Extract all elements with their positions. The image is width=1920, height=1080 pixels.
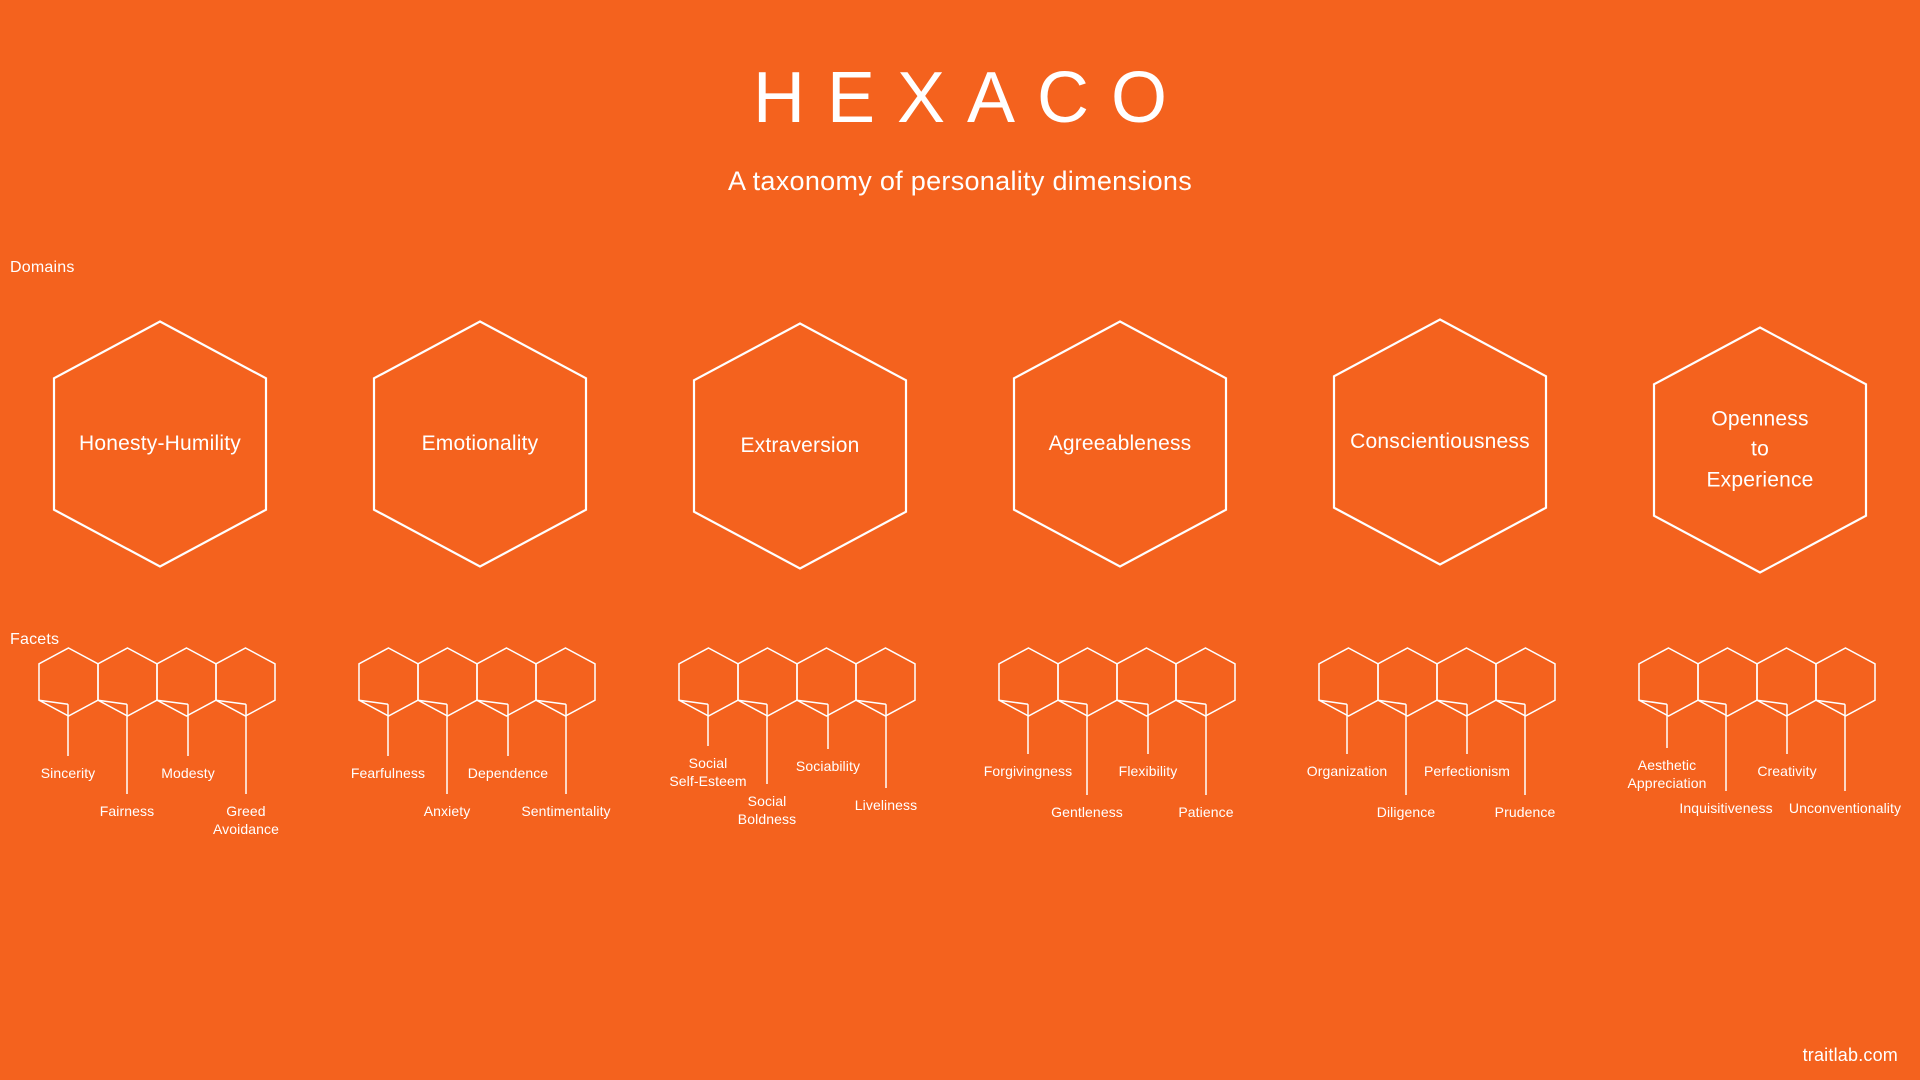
facet-hexagon-3-4 xyxy=(856,648,915,716)
facet-hexagon-1-4 xyxy=(216,648,275,716)
facet-hexagon-5-1 xyxy=(1319,648,1378,716)
facets-section-caption: Facets xyxy=(10,631,60,648)
facet-leader-elbow-4-3 xyxy=(1117,700,1148,704)
facet-label-6-3: Creativity xyxy=(1757,763,1817,779)
facet-hexagon-3-2 xyxy=(738,648,797,716)
facet-label-3-2: Social Boldness xyxy=(737,793,797,827)
facet-label-3-3: Sociability xyxy=(795,758,861,774)
facet-hexagon-3-1 xyxy=(679,648,738,716)
facet-label-5-3: Perfectionism xyxy=(1423,763,1511,779)
facet-leader-elbow-5-2 xyxy=(1378,700,1406,704)
facet-leader-elbow-3-1 xyxy=(679,700,708,704)
facet-leader-elbow-4-4 xyxy=(1176,700,1206,704)
facet-hexagon-2-1 xyxy=(359,648,418,716)
facet-leader-elbow-2-4 xyxy=(536,700,566,704)
facet-label-2-3: Dependence xyxy=(467,765,549,781)
facet-leader-elbow-3-3 xyxy=(797,700,828,704)
domain-label-6: Openness to Experience xyxy=(1706,407,1814,492)
facet-leader-elbow-1-2 xyxy=(98,700,127,704)
hexagon-outlines xyxy=(0,0,1920,1080)
facet-label-4-3: Flexibility xyxy=(1118,763,1178,779)
facet-label-2-1: Fearfulness xyxy=(350,765,426,781)
facet-hexagon-1-1 xyxy=(39,648,98,716)
facet-label-1-2: Fairness xyxy=(99,803,155,819)
domains-section-caption: Domains xyxy=(10,259,75,276)
facet-label-4-4: Patience xyxy=(1178,804,1234,820)
facet-label-5-2: Diligence xyxy=(1376,804,1436,820)
facet-label-6-2: Inquisitiveness xyxy=(1679,800,1773,816)
domain-label-4: Agreeableness xyxy=(1048,431,1192,455)
domain-label-1: Honesty-Humility xyxy=(79,431,241,455)
domain-label-2: Emotionality xyxy=(421,431,539,455)
facet-leader-elbow-2-1 xyxy=(359,700,388,704)
facet-hexagon-4-4 xyxy=(1176,648,1235,716)
facet-label-4-1: Forgivingness xyxy=(983,763,1073,779)
facet-hexagon-6-4 xyxy=(1816,648,1875,716)
facet-leader-elbow-5-3 xyxy=(1437,700,1467,704)
facet-leader-elbow-5-1 xyxy=(1319,700,1347,704)
facet-leader-elbow-3-4 xyxy=(856,700,886,704)
facet-hexagon-2-3 xyxy=(477,648,536,716)
facet-label-4-2: Gentleness xyxy=(1051,804,1123,820)
facet-leader-elbow-6-2 xyxy=(1698,700,1726,704)
facet-leader-elbow-2-2 xyxy=(418,700,447,704)
facet-leader-elbow-5-4 xyxy=(1496,700,1525,704)
facet-hexagon-4-2 xyxy=(1058,648,1117,716)
facet-hexagon-5-4 xyxy=(1496,648,1555,716)
facet-hexagon-6-1 xyxy=(1639,648,1698,716)
facet-hexagon-4-1 xyxy=(999,648,1058,716)
facet-label-6-1: Aesthetic Appreciation xyxy=(1627,757,1707,791)
facet-label-1-4: Greed Avoidance xyxy=(212,803,280,837)
facet-leader-elbow-6-3 xyxy=(1757,700,1787,704)
facet-label-2-2: Anxiety xyxy=(423,803,471,819)
facet-hexagon-2-2 xyxy=(418,648,477,716)
facet-label-3-4: Liveliness xyxy=(854,797,918,813)
facet-hexagon-5-2 xyxy=(1378,648,1437,716)
facet-label-6-4: Unconventionality xyxy=(1788,800,1902,816)
facet-hexagon-6-3 xyxy=(1757,648,1816,716)
facet-hexagon-2-4 xyxy=(536,648,595,716)
facet-leader-elbow-3-2 xyxy=(738,700,767,704)
facet-leader-elbow-6-4 xyxy=(1816,700,1845,704)
facet-hexagon-1-2 xyxy=(98,648,157,716)
facet-leader-elbow-2-3 xyxy=(477,700,508,704)
facet-hexagon-4-3 xyxy=(1117,648,1176,716)
facet-label-3-1: Social Self-Esteem xyxy=(669,755,747,789)
facet-label-5-4: Prudence xyxy=(1494,804,1556,820)
facet-hexagon-3-3 xyxy=(797,648,856,716)
page-subtitle: A taxonomy of personality dimensions xyxy=(727,166,1193,196)
facet-leader-elbow-4-2 xyxy=(1058,700,1087,704)
facet-hexagon-6-2 xyxy=(1698,648,1757,716)
facet-hexagon-5-3 xyxy=(1437,648,1496,716)
facet-label-2-4: Sentimentality xyxy=(521,803,611,819)
domain-label-3: Extraversion xyxy=(740,433,860,457)
facet-label-1-1: Sincerity xyxy=(40,765,96,781)
facet-leader-elbow-6-1 xyxy=(1639,700,1667,704)
page-title: HEXACO xyxy=(752,58,1190,138)
facet-label-5-1: Organization xyxy=(1306,763,1388,779)
facet-leader-elbow-1-1 xyxy=(39,700,68,704)
facet-hexagon-1-3 xyxy=(157,648,216,716)
infographic-canvas: HEXACO A taxonomy of personality dimensi… xyxy=(0,0,1920,1080)
facet-label-1-3: Modesty xyxy=(161,765,215,781)
domain-label-5: Conscientiousness xyxy=(1350,429,1530,453)
facet-leader-elbow-1-3 xyxy=(157,700,188,704)
site-watermark: traitlab.com xyxy=(1802,1045,1898,1065)
facet-leader-elbow-1-4 xyxy=(216,700,246,704)
facet-leader-elbow-4-1 xyxy=(999,700,1028,704)
